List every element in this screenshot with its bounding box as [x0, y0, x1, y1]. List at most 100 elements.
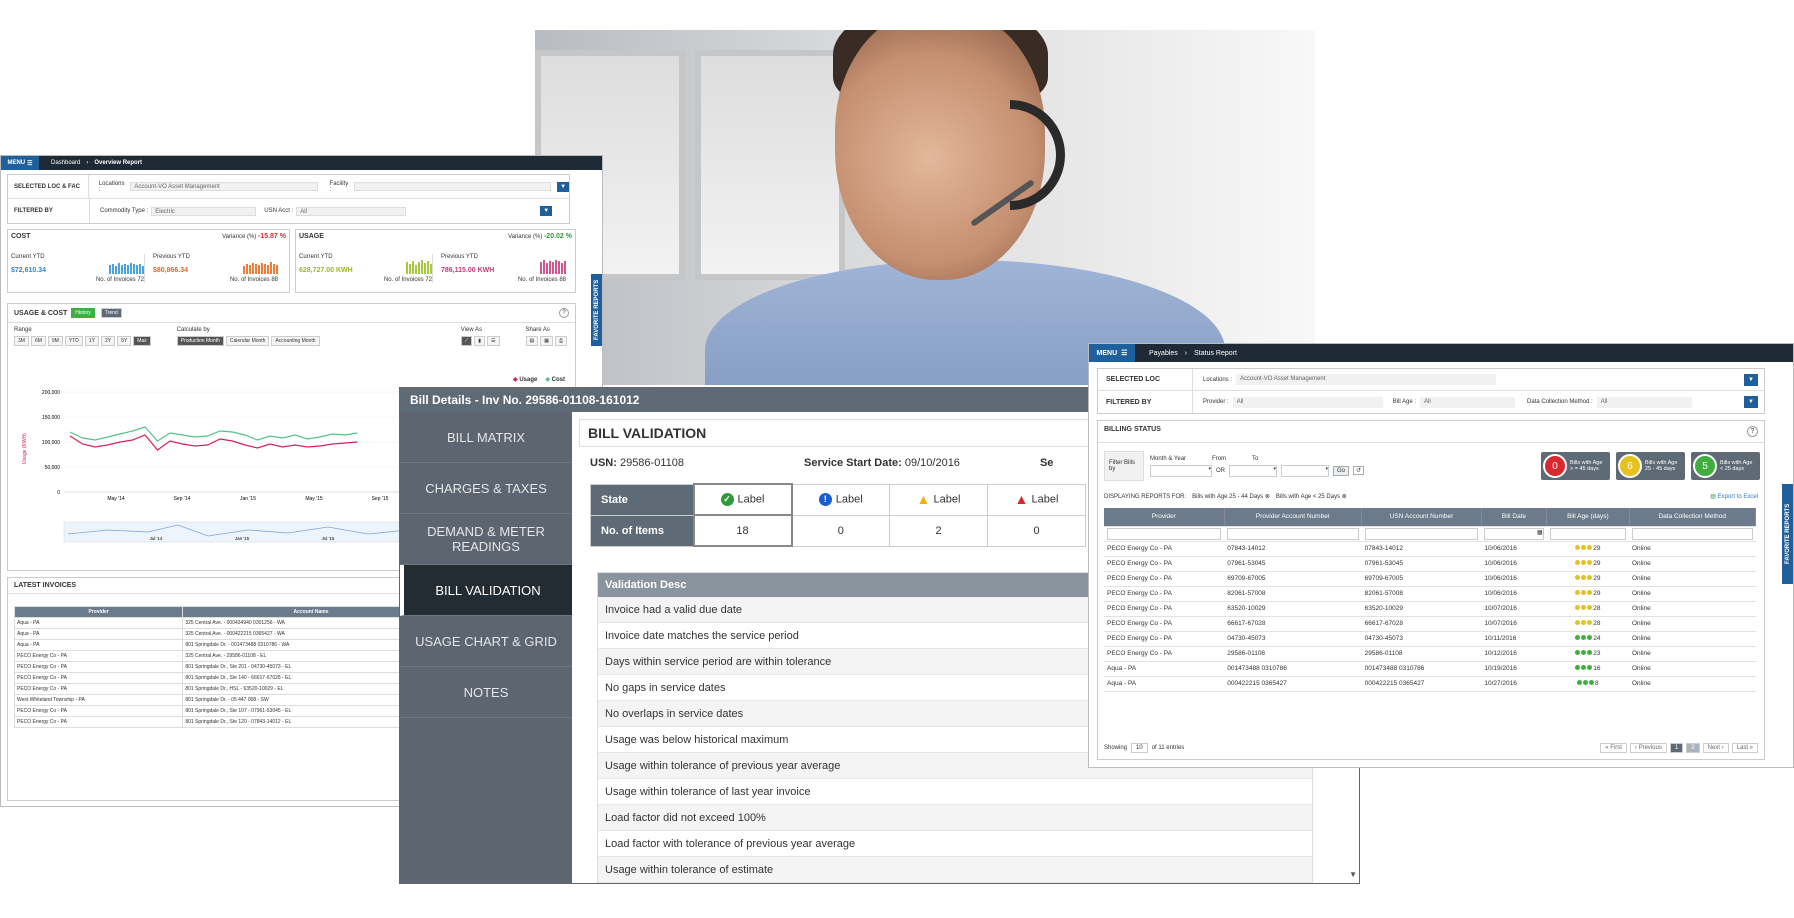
state-cell[interactable]: ✓ Label: [692, 483, 793, 516]
column-filter-input[interactable]: [1632, 527, 1753, 540]
column-header[interactable]: Bill Date: [1481, 508, 1548, 527]
reset-icon[interactable]: ↺: [1353, 466, 1365, 475]
nav-item[interactable]: DEMAND & METER READINGS: [400, 514, 572, 565]
pagination-button[interactable]: ‹ Previous: [1629, 743, 1667, 753]
page-size-select[interactable]: 10: [1131, 743, 1148, 753]
scroll-down-icon[interactable]: ▼: [1349, 870, 1357, 879]
pagination-button[interactable]: 1: [1669, 743, 1684, 753]
validation-item[interactable]: Usage within tolerance of last year invo…: [598, 779, 1312, 805]
bill-age-badge[interactable]: 0 Bills with Age > = 45 days: [1541, 452, 1610, 480]
table-row[interactable]: PECO Energy Co - PA 63520-10029 63520-1002…: [1104, 601, 1756, 617]
range-button[interactable]: 3M: [14, 336, 29, 346]
state-cell[interactable]: ▲ Label: [889, 483, 988, 516]
nav-item[interactable]: BILL VALIDATION: [400, 565, 572, 616]
table-row[interactable]: Aqua - PA 000422215 0365427 000422215 0365…: [1104, 676, 1756, 692]
usn-field[interactable]: All: [296, 206, 407, 216]
table-row[interactable]: Aqua - PA 001473488 0310786 001473488 0310…: [1104, 661, 1756, 677]
column-filter-input[interactable]: [1227, 527, 1359, 540]
bill-age-badge[interactable]: 6 Bills with Age 25 - 45 days: [1616, 452, 1685, 480]
table-icon[interactable]: ☰: [487, 336, 500, 346]
history-button[interactable]: History: [71, 308, 95, 318]
column-header[interactable]: Provider: [13, 606, 184, 618]
range-button[interactable]: Max: [133, 336, 151, 346]
close-icon[interactable]: ⊗: [1342, 494, 1347, 500]
print-icon[interactable]: ⎙: [554, 336, 567, 346]
table-row[interactable]: PECO Energy Co - PA 82061-57008 82061-5700…: [1104, 586, 1756, 602]
bar-chart-icon[interactable]: ▮: [474, 336, 486, 346]
age-status-dot: [1575, 620, 1581, 625]
column-header[interactable]: USN Account Number: [1361, 508, 1482, 527]
range-button[interactable]: 2Y: [100, 336, 116, 346]
data-collection-field[interactable]: All: [1596, 396, 1692, 408]
month-year-select[interactable]: ▾: [1150, 464, 1212, 477]
favorite-reports-tab[interactable]: FAVORITE REPORTS: [1782, 484, 1793, 584]
range-button[interactable]: YTD: [64, 336, 83, 346]
column-header[interactable]: Bill Age (days): [1546, 508, 1630, 527]
bill-age-field[interactable]: All: [1420, 396, 1516, 408]
filter-chip[interactable]: Bills with Age 25 - 44 Days ⊗: [1192, 493, 1270, 500]
pagination-button[interactable]: « First: [1600, 743, 1627, 753]
bill-age-badge[interactable]: 5 Bills with Age < 25 days: [1691, 452, 1760, 480]
help-icon[interactable]: ?: [1747, 426, 1758, 437]
pdf-icon[interactable]: ▤: [525, 336, 539, 346]
calculate-button[interactable]: Accounting Month: [271, 336, 320, 346]
chevron-down-icon[interactable]: ▼: [1744, 373, 1758, 386]
nav-item[interactable]: BILL MATRIX: [400, 412, 572, 463]
nav-item[interactable]: NOTES: [400, 667, 572, 718]
state-cell[interactable]: ▲ Label: [987, 483, 1086, 516]
help-icon[interactable]: ?: [559, 308, 569, 318]
column-filter-input[interactable]: ▦: [1484, 527, 1544, 540]
nav-item[interactable]: CHARGES & TAXES: [400, 463, 572, 514]
table-row[interactable]: PECO Energy Co - PA 07843-14012 07843-1401…: [1104, 541, 1756, 557]
column-filter-input[interactable]: [1364, 527, 1479, 540]
validation-item[interactable]: Load factor with tolerance of previous y…: [598, 831, 1312, 857]
calculate-button[interactable]: Calendar Month: [225, 336, 270, 346]
nav-item[interactable]: USAGE CHART & GRID: [400, 616, 572, 667]
column-filter-input[interactable]: [1107, 527, 1222, 540]
export-excel-link[interactable]: ▤ Export to Excel: [1710, 493, 1758, 500]
from-select[interactable]: ▾: [1229, 464, 1277, 477]
locations-field[interactable]: Account-VO Asset Management: [130, 182, 318, 191]
chevron-down-icon[interactable]: ▼: [557, 181, 570, 192]
close-icon[interactable]: ⊗: [1265, 494, 1270, 500]
validation-item[interactable]: Load factor did not exceed 100%: [598, 805, 1312, 831]
pagination-button[interactable]: Last »: [1731, 743, 1758, 753]
breadcrumb-payables[interactable]: Payables: [1149, 350, 1178, 357]
column-filter-input[interactable]: [1549, 527, 1626, 540]
range-button[interactable]: 1Y: [84, 336, 99, 346]
favorite-reports-tab[interactable]: FAVORITE REPORTS: [591, 274, 602, 346]
commodity-field[interactable]: Electric: [151, 206, 257, 216]
facility-field[interactable]: [354, 182, 552, 191]
pagination-button[interactable]: 2: [1686, 743, 1700, 753]
calculate-button[interactable]: Production Month: [176, 336, 224, 346]
table-row[interactable]: PECO Energy Co - PA 69709-67005 69709-6700…: [1104, 571, 1756, 587]
excel-icon[interactable]: ▦: [540, 336, 553, 346]
pagination-button[interactable]: Next ›: [1702, 743, 1729, 753]
column-header[interactable]: Provider: [1104, 508, 1225, 527]
table-row[interactable]: PECO Energy Co - PA 29586-01108 29586-0110…: [1104, 646, 1756, 662]
filter-chip[interactable]: Bills with Age < 25 Days ⊗: [1276, 493, 1347, 500]
go-button[interactable]: Go: [1333, 465, 1350, 476]
chevron-down-icon[interactable]: ▼: [540, 206, 553, 216]
to-select[interactable]: ▾: [1281, 464, 1329, 477]
state-cell[interactable]: ! Label: [791, 483, 890, 516]
age-status-dot: [1575, 635, 1581, 640]
trend-button[interactable]: Trend: [100, 308, 122, 318]
column-header[interactable]: Data Collection Method: [1629, 508, 1756, 527]
validation-item[interactable]: Usage within tolerance of estimate: [598, 857, 1312, 883]
column-header[interactable]: Provider Account Number: [1224, 508, 1363, 527]
breadcrumb-dashboard[interactable]: Dashboard: [51, 160, 80, 166]
menu-button[interactable]: MENU ☰: [1089, 344, 1135, 362]
chevron-down-icon[interactable]: ▼: [1744, 396, 1758, 408]
range-button[interactable]: 5Y: [117, 336, 132, 346]
line-chart-icon[interactable]: ⟋: [460, 336, 473, 346]
x-tick-label: Sep '15: [372, 496, 389, 502]
range-button[interactable]: 6M: [30, 336, 46, 346]
table-row[interactable]: PECO Energy Co - PA 07961-53045 07961-5304…: [1104, 556, 1756, 572]
menu-button[interactable]: MENU ☰: [1, 156, 39, 170]
table-row[interactable]: PECO Energy Co - PA 04730-45073 04730-4507…: [1104, 631, 1756, 647]
locations-field[interactable]: Account-VO Asset Management: [1236, 374, 1497, 385]
provider-field[interactable]: All: [1232, 396, 1383, 408]
range-button[interactable]: 9M: [47, 336, 63, 346]
table-row[interactable]: PECO Energy Co - PA 66617-67028 66617-6702…: [1104, 616, 1756, 632]
